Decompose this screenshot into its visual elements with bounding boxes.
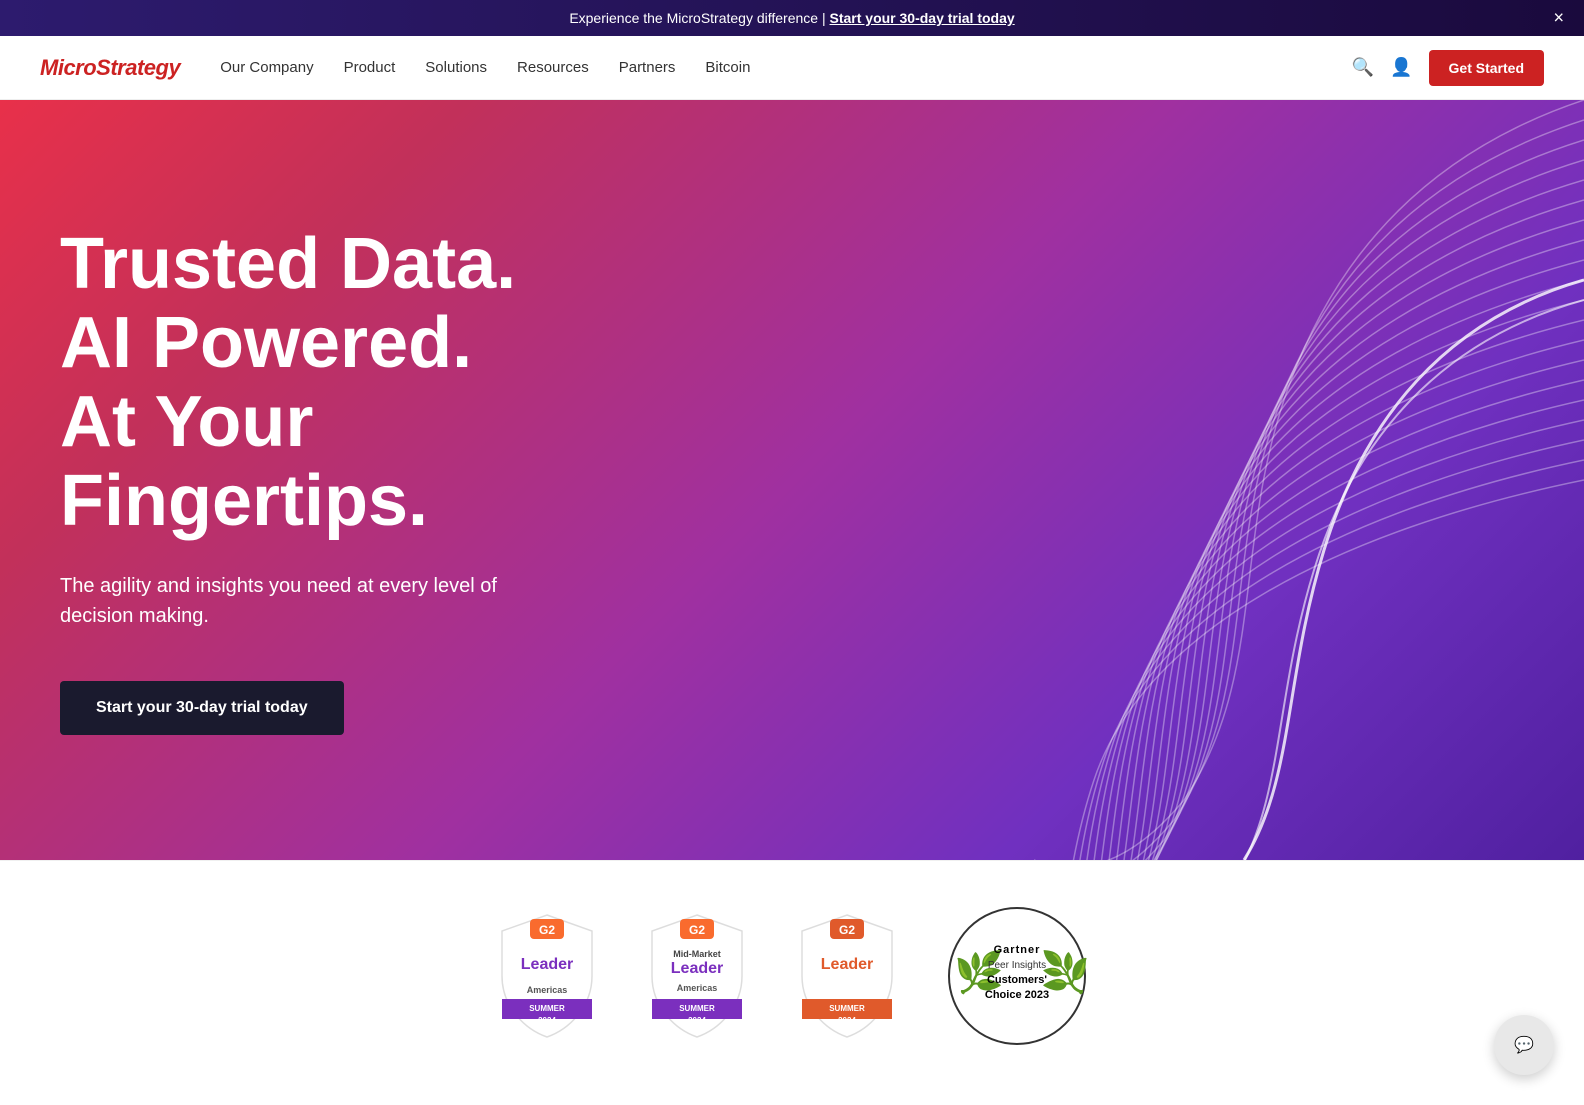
nav-product[interactable]: Product bbox=[344, 59, 396, 76]
nav-actions: 🔍 👤 Get Started bbox=[1352, 50, 1544, 86]
top-banner: Experience the MicroStrategy difference … bbox=[0, 0, 1584, 36]
svg-text:Mid-Market: Mid-Market bbox=[673, 949, 721, 959]
svg-text:2024: 2024 bbox=[538, 1016, 556, 1025]
nav-our-company[interactable]: Our Company bbox=[220, 59, 313, 76]
svg-text:Leader: Leader bbox=[821, 956, 873, 973]
svg-text:G2: G2 bbox=[689, 923, 705, 937]
gartner-badge: 🌿 🌿 Gartner Peer Insights Customers' Cho… bbox=[942, 901, 1092, 1051]
search-icon[interactable]: 🔍 bbox=[1352, 57, 1374, 78]
svg-text:SUMMER: SUMMER bbox=[529, 1004, 565, 1013]
chat-icon: 💬 bbox=[1514, 1035, 1534, 1055]
award-badge-1: G2 Leader Americas SUMMER 2024 bbox=[492, 911, 602, 1041]
g2-midmarket-leader-badge: G2 Mid-Market Leader Americas SUMMER 202… bbox=[642, 911, 752, 1041]
banner-close[interactable]: × bbox=[1553, 8, 1564, 29]
svg-text:Gartner: Gartner bbox=[994, 944, 1041, 956]
banner-link[interactable]: Start your 30-day trial today bbox=[830, 10, 1015, 26]
svg-text:G2: G2 bbox=[539, 923, 555, 937]
svg-text:Peer Insights: Peer Insights bbox=[988, 960, 1046, 971]
svg-text:SUMMER: SUMMER bbox=[679, 1004, 715, 1013]
navbar: MicroStrategy Our Company Product Soluti… bbox=[0, 36, 1584, 100]
svg-text:G2: G2 bbox=[839, 923, 855, 937]
g2-summer-leader-badge: G2 Leader SUMMER 2024 bbox=[792, 911, 902, 1041]
award-badge-4: 🌿 🌿 Gartner Peer Insights Customers' Cho… bbox=[942, 901, 1092, 1051]
g2-leader-americas-badge: G2 Leader Americas SUMMER 2024 bbox=[492, 911, 602, 1041]
svg-text:Americas: Americas bbox=[677, 983, 718, 993]
awards-section: G2 Leader Americas SUMMER 2024 G2 Mid-Ma… bbox=[0, 860, 1584, 1091]
nav-bitcoin[interactable]: Bitcoin bbox=[705, 59, 750, 76]
get-started-button[interactable]: Get Started bbox=[1429, 50, 1544, 86]
hero-cta-button[interactable]: Start your 30-day trial today bbox=[60, 681, 344, 735]
hero-content: Trusted Data. AI Powered. At Your Finger… bbox=[60, 225, 680, 736]
hero-wave-decoration: .wave-line { fill: none; stroke: rgba(25… bbox=[684, 100, 1584, 860]
nav-partners[interactable]: Partners bbox=[619, 59, 676, 76]
nav-links: Our Company Product Solutions Resources … bbox=[220, 59, 1351, 76]
hero-title: Trusted Data. AI Powered. At Your Finger… bbox=[60, 225, 680, 542]
user-icon[interactable]: 👤 bbox=[1390, 57, 1412, 78]
hero-subtitle: The agility and insights you need at eve… bbox=[60, 571, 500, 631]
svg-text:SUMMER: SUMMER bbox=[829, 1004, 865, 1013]
award-badge-2: G2 Mid-Market Leader Americas SUMMER 202… bbox=[642, 911, 752, 1041]
chat-widget[interactable]: 💬 bbox=[1494, 1015, 1554, 1075]
logo[interactable]: MicroStrategy bbox=[40, 55, 180, 81]
nav-solutions[interactable]: Solutions bbox=[425, 59, 487, 76]
nav-resources[interactable]: Resources bbox=[517, 59, 589, 76]
svg-text:Customers': Customers' bbox=[987, 974, 1047, 986]
svg-text:2024: 2024 bbox=[688, 1016, 706, 1025]
banner-text: Experience the MicroStrategy difference … bbox=[569, 10, 829, 26]
svg-text:Choice 2023: Choice 2023 bbox=[985, 989, 1049, 1001]
hero-section: .wave-line { fill: none; stroke: rgba(25… bbox=[0, 100, 1584, 860]
svg-text:Americas: Americas bbox=[527, 985, 568, 995]
svg-text:Leader: Leader bbox=[671, 960, 723, 977]
award-badge-3: G2 Leader SUMMER 2024 bbox=[792, 911, 902, 1041]
svg-text:2024: 2024 bbox=[838, 1016, 856, 1025]
svg-text:Leader: Leader bbox=[521, 956, 573, 973]
